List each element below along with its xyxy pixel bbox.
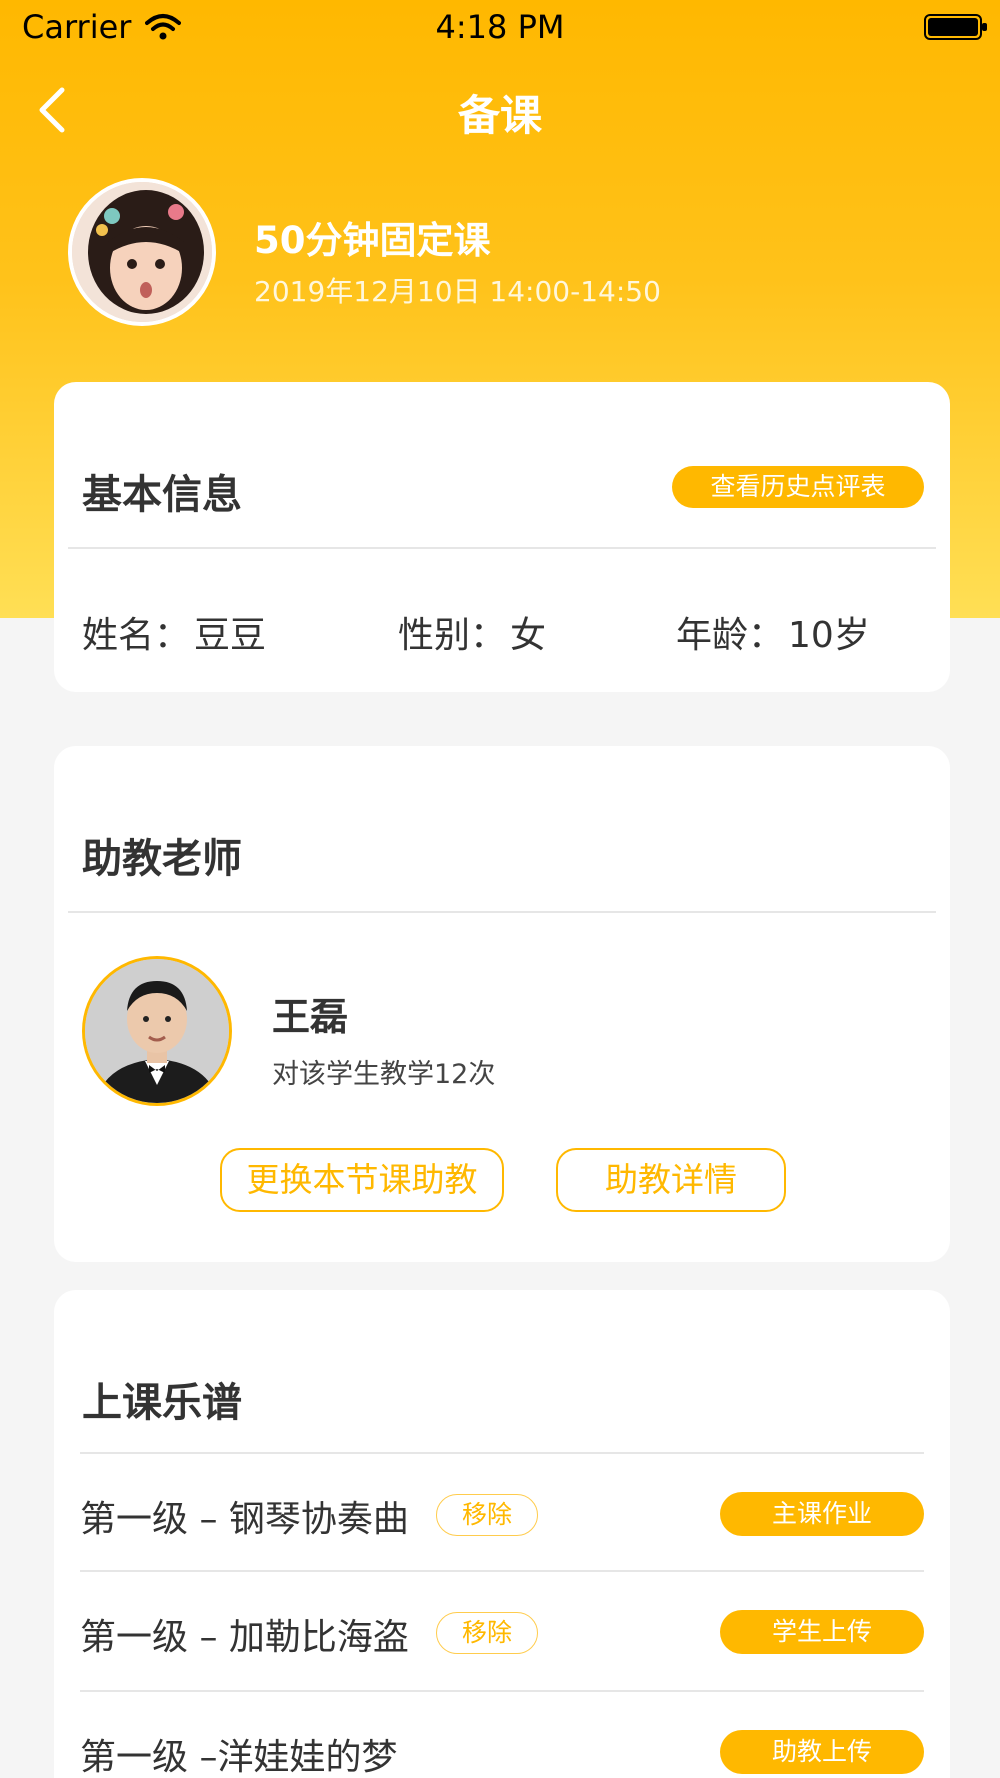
- scores-card: 上课乐谱 第一级 – 钢琴协奏曲 移除 主课作业 第一级 – 加勒比海盗 移除 …: [54, 1290, 950, 1778]
- chevron-left-icon[interactable]: [34, 82, 74, 138]
- battery-icon: [924, 14, 987, 40]
- main-homework-button[interactable]: 主课作业: [720, 1492, 924, 1536]
- divider: [68, 911, 936, 913]
- assistant-detail-button[interactable]: 助教详情: [556, 1148, 786, 1212]
- student-name: 姓名： 豆豆: [82, 606, 266, 658]
- assistant-upload-button[interactable]: 助教上传: [720, 1730, 924, 1774]
- assistant-title: 助教老师: [82, 836, 242, 882]
- age-value: 10岁: [788, 615, 870, 656]
- score-row: 第一级 –洋娃娃的梦 助教上传: [80, 1692, 924, 1778]
- assistant-avatar-image: [85, 959, 229, 1103]
- lesson-header: 50分钟固定课 2019年12月10日 14:00-14:50: [68, 178, 968, 328]
- score-name: 第一级 – 钢琴协奏曲: [80, 1499, 409, 1540]
- assistant-teach-count: 对该学生教学12次: [272, 1059, 496, 1090]
- view-history-button[interactable]: 查看历史点评表: [672, 466, 924, 508]
- change-assistant-button[interactable]: 更换本节课助教: [220, 1148, 504, 1212]
- student-age: 年龄： 10岁: [676, 606, 870, 658]
- gender-value: 女: [510, 615, 547, 656]
- navigation-bar: 备课: [0, 70, 1000, 150]
- status-bar: Carrier 4:18 PM: [0, 0, 1000, 54]
- score-row: 第一级 – 加勒比海盗 移除 学生上传: [80, 1572, 924, 1690]
- age-label: 年龄：: [676, 615, 785, 656]
- student-gender: 性别：女: [398, 606, 546, 658]
- student-avatar-image: [72, 182, 212, 322]
- score-row: 第一级 – 钢琴协奏曲 移除 主课作业: [80, 1454, 924, 1572]
- assistant-avatar: [82, 956, 232, 1106]
- basic-info-card: 基本信息 查看历史点评表 姓名： 豆豆 性别：女 年龄： 10岁: [54, 382, 950, 692]
- student-upload-button[interactable]: 学生上传: [720, 1610, 924, 1654]
- assistant-card: 助教老师 王磊 对该学生教学12次 更换本节课助教 助教详情: [54, 746, 950, 1262]
- remove-score-button[interactable]: 移除: [436, 1494, 538, 1536]
- lesson-title: 50分钟固定课: [254, 219, 491, 262]
- basic-info-title: 基本信息: [82, 472, 242, 518]
- scores-title: 上课乐谱: [82, 1380, 242, 1426]
- assistant-name: 王磊: [272, 995, 349, 1039]
- remove-score-button[interactable]: 移除: [436, 1612, 538, 1654]
- divider: [68, 547, 936, 549]
- student-avatar: [68, 178, 216, 326]
- name-label: 姓名：: [82, 615, 191, 656]
- page-title: 备课: [457, 91, 542, 140]
- status-time: 4:18 PM: [435, 8, 565, 46]
- score-name: 第一级 –洋娃娃的梦: [80, 1737, 398, 1778]
- lesson-time: 2019年12月10日 14:00-14:50: [254, 275, 661, 308]
- gender-label: 性别：: [398, 615, 507, 656]
- name-value: 豆豆: [194, 615, 267, 656]
- score-name: 第一级 – 加勒比海盗: [80, 1617, 409, 1658]
